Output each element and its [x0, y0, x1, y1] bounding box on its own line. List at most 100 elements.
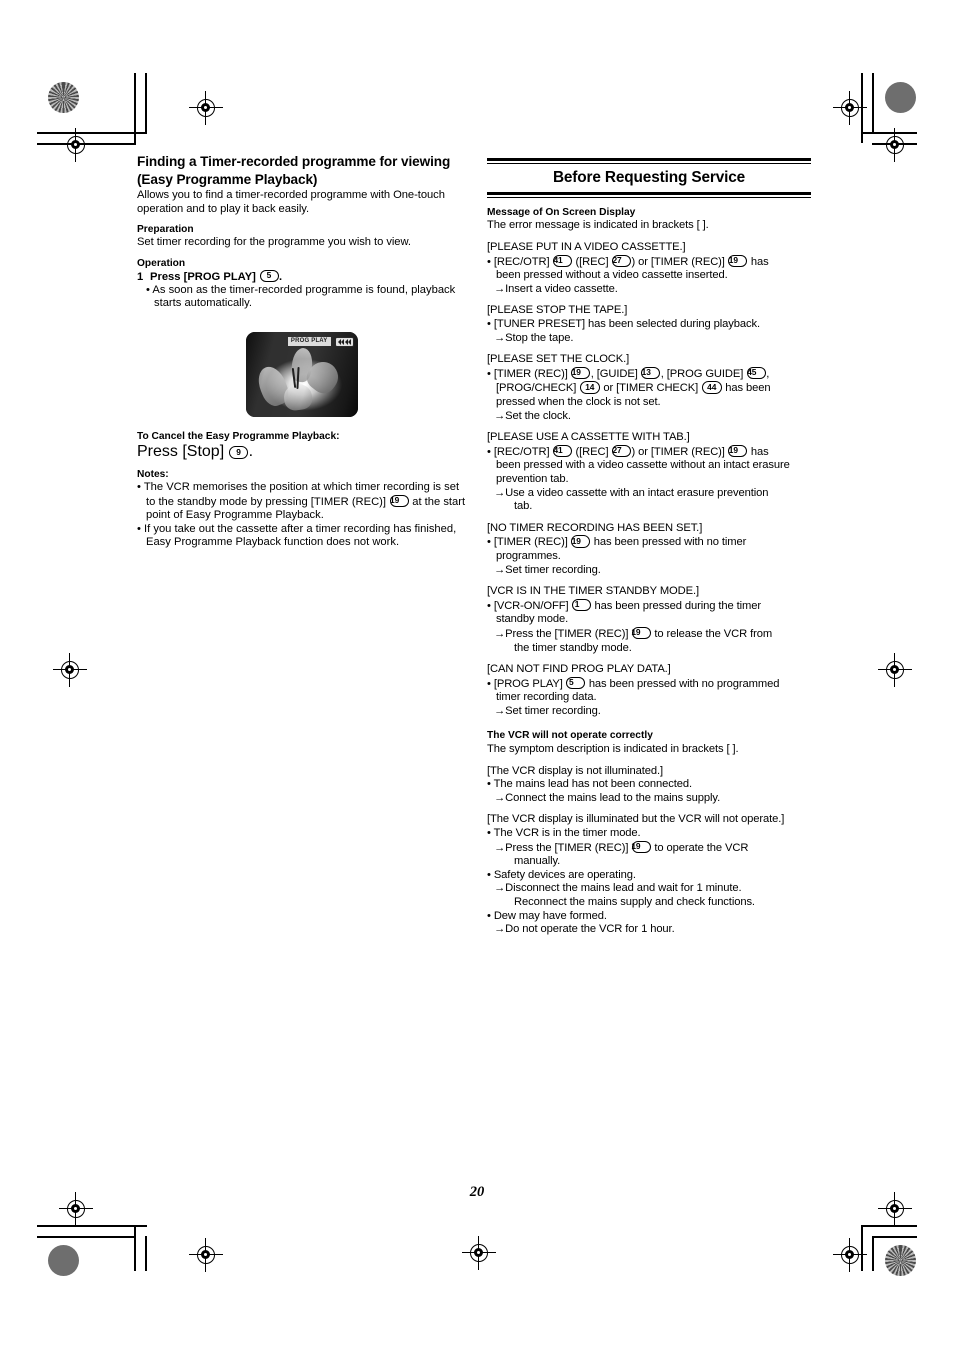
osd-section-heading: Message of On Screen Display	[487, 206, 636, 218]
osd-cause-3-pre: • [TIMER (REC)]	[487, 367, 568, 380]
operate-section-subtitle: The symptom description is indicated in …	[487, 743, 739, 756]
osd-remedy-6-post: to release the VCR from	[654, 627, 773, 640]
operate-remedy-2-post: to operate the VCR	[654, 841, 749, 854]
keyref-badge-19a: 19	[728, 254, 748, 268]
operate-message-1: [The VCR display is not illuminated.]	[487, 764, 663, 777]
right-column: Before Requesting Service Message of On …	[487, 158, 811, 937]
keyref-badge-45: 45	[746, 366, 766, 380]
note-1-part1: • The VCR memorises the position at whic…	[137, 481, 460, 508]
operation-heading: Operation	[137, 257, 186, 269]
crop-mark-bottom-left-v2	[145, 1236, 147, 1271]
crop-mark-bottom-right-v1	[861, 1225, 863, 1271]
keyref-badge: 5	[259, 269, 279, 283]
crop-mark-top-right-v2	[872, 73, 874, 133]
step-text-before: Press [PROG PLAY]	[150, 270, 256, 283]
keyref-badge-41a: 41	[553, 254, 573, 268]
osd-remedy-7: →Set timer recording.	[494, 704, 601, 717]
registration-target-mid-right	[878, 653, 912, 687]
osd-remedy-6: →Press the [TIMER (REC)] 19 to release t…	[487, 626, 811, 642]
osd-message-5: [NO TIMER RECORDING HAS BEEN SET.]	[487, 521, 703, 534]
keyref-badge-44: 44	[701, 381, 722, 394]
osd-remedy-2: →Stop the tape.	[494, 331, 574, 344]
osd-remedy-6-pre: →Press the [TIMER (REC)]	[494, 627, 629, 640]
keyref-badge-19f: 19	[631, 840, 651, 854]
osd-message-4: [PLEASE USE A CASSETTE WITH TAB.]	[487, 431, 690, 444]
osd-cause-6-pre: • [VCR-ON/OFF]	[487, 599, 569, 612]
osd-cause-5-line2: programmes.	[496, 549, 561, 562]
keyref-badge-19c: 19	[728, 444, 748, 458]
keyref-badge-5: 5	[566, 676, 586, 690]
operate-message-2: [The VCR display is illuminated but the …	[487, 813, 785, 826]
intro-paragraph: Allows you to find a timer-recorded prog…	[137, 189, 445, 215]
service-section-title: Before Requesting Service	[552, 168, 746, 186]
page-number: 20	[469, 1184, 485, 1200]
operation-step-1: 1 Press [PROG PLAY] 5.	[137, 269, 457, 284]
operate-remedy-2-pre: →Press the [TIMER (REC)]	[494, 841, 629, 854]
registration-target-bottom-left-inner	[189, 1238, 223, 1272]
operate-section-heading: The VCR will not operate correctly	[487, 730, 653, 742]
osd-message-1: [PLEASE PUT IN A VIDEO CASSETTE.]	[487, 241, 686, 254]
keyref-badge-13: 13	[641, 366, 661, 380]
keyref-badge-14: 14	[579, 381, 600, 394]
osd-cause-1-cont: been pressed without a video cassette in…	[496, 269, 728, 282]
crop-mark-bottom-left-h2	[37, 1236, 136, 1238]
operate-remedy-3: →Disconnect the mains lead and wait for …	[494, 882, 742, 895]
osd-message-7: [CAN NOT FIND PROG PLAY DATA.]	[487, 663, 671, 676]
osd-cause-3-mid3: ,	[766, 367, 770, 380]
osd-cause-3: • [TIMER (REC)] 19, [GUIDE] 13, [PROG GU…	[487, 366, 811, 382]
osd-cause-1: • [REC/OTR] 41 ([REC] 27) or [TIMER (REC…	[487, 254, 811, 270]
left-column-lower: To Cancel the Easy Programme Playback: P…	[137, 430, 467, 550]
note-item-2: • If you take out the cassette after a t…	[137, 523, 467, 550]
osd-remedy-4: →Use a video cassette with an intact era…	[494, 486, 769, 499]
osd-section-subtitle: The error message is indicated in bracke…	[487, 219, 709, 232]
osd-message-2: [PLEASE STOP THE TAPE.]	[487, 304, 628, 317]
note-2-part1: • If you take out the cassette after a t…	[137, 522, 457, 549]
notes-heading: Notes:	[137, 469, 169, 480]
keyref-badge-27a: 27	[612, 254, 632, 268]
osd-remedy-1: →Insert a video cassette.	[494, 282, 618, 295]
operate-remedy-3-cont: Reconnect the mains supply and check fun…	[514, 896, 755, 908]
osd-remedy-4-cont: tab.	[514, 500, 533, 513]
osd-cause-3-mid2: , [PROG GUIDE]	[660, 367, 744, 380]
keyref-badge-19e: 19	[631, 626, 651, 640]
osd-cause-5: • [TIMER (REC)] 19 has been pressed with…	[487, 535, 811, 550]
registration-blob-bottom-right	[885, 1245, 916, 1276]
operate-cause-3: • Safety devices are operating.	[487, 868, 636, 881]
registration-blob-top-right	[885, 82, 916, 113]
crop-mark-bottom-right-h2	[872, 1236, 917, 1238]
step-text: Press [PROG PLAY] 5.	[150, 269, 282, 284]
crop-mark-top-left-h2	[37, 143, 136, 145]
registration-target-top-right-inner	[833, 91, 867, 125]
osd-remedy-3: →Set the clock.	[494, 409, 571, 422]
registration-target-bottom-right-inner	[833, 1238, 867, 1272]
keyref-badge-19b: 19	[571, 366, 591, 380]
crop-mark-top-right-h2	[872, 143, 917, 145]
osd-remedy-5: →Set timer recording.	[494, 563, 601, 576]
osd-cause-6: • [VCR-ON/OFF] 1 has been pressed during…	[487, 598, 811, 614]
osd-cause-4-pre: • [REC/OTR]	[487, 445, 550, 458]
step-bullet: • As soon as the timer-recorded programm…	[146, 283, 456, 310]
step-number: 1	[137, 270, 144, 283]
osd-cause-1-mid2: ) or [TIMER (REC)]	[631, 255, 725, 268]
preparation-text: Set timer recording for the programme yo…	[137, 236, 411, 249]
osd-prog-play-label: PROG PLAY	[287, 337, 331, 346]
operate-remedy-2: →Press the [TIMER (REC)] 19 to operate t…	[487, 840, 811, 856]
keyref-badge-41b: 41	[553, 444, 573, 458]
osd-cause-3-line2-mid: or [TIMER CHECK]	[603, 382, 699, 395]
registration-target-mid-left	[53, 653, 87, 687]
keyref-badge-19d: 19	[571, 535, 591, 548]
osd-cause-5-pre: • [TIMER (REC)]	[487, 536, 568, 549]
osd-cause-4: • [REC/OTR] 41 ([REC] 27) or [TIMER (REC…	[487, 444, 811, 460]
osd-cause-6-line2: standby mode.	[496, 613, 569, 626]
crop-mark-top-left-v1	[134, 73, 136, 143]
operate-cause-2: • The VCR is in the timer mode.	[487, 827, 641, 840]
registration-target-top-left-outer	[59, 128, 93, 162]
osd-cause-1-pre: • [REC/OTR]	[487, 255, 550, 268]
crop-mark-top-right-h1	[861, 132, 917, 134]
page-title: Finding a Timer-recorded programme for v…	[137, 154, 451, 187]
osd-cause-7: • [PROG PLAY] 5 has been pressed with no…	[487, 676, 811, 692]
crop-mark-top-right-v1	[861, 73, 863, 143]
keyref-badge-timer-rec: 19	[389, 494, 409, 508]
crop-mark-top-left-v2	[145, 73, 147, 133]
registration-target-top-left-inner	[189, 91, 223, 125]
